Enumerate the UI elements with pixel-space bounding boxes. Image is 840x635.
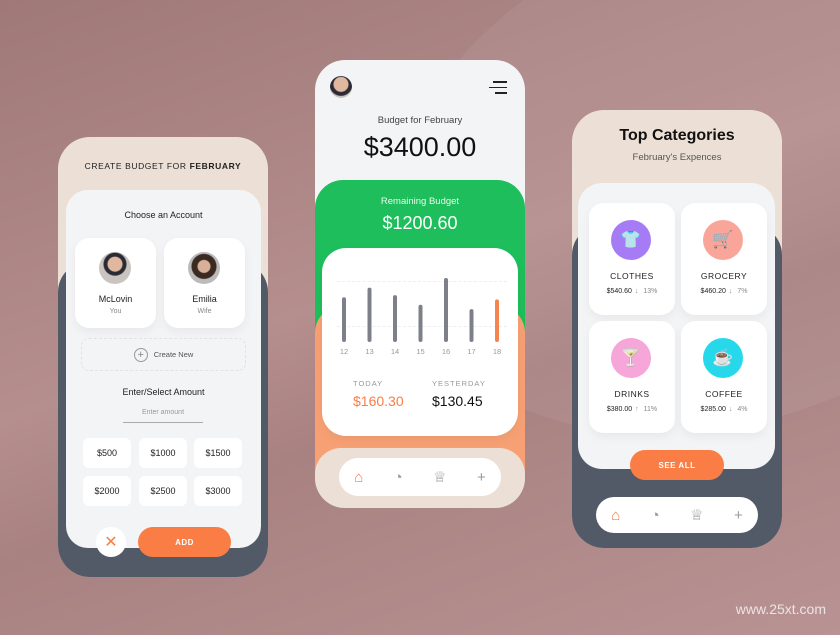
- category-amount: $285.00 ↓ 4%: [700, 406, 748, 413]
- account-name: Emilia: [192, 294, 217, 304]
- x-tick-label: 15: [416, 347, 424, 356]
- x-tick-label: 17: [467, 347, 475, 356]
- bar-chart: 12 13 14 15 16 17 18: [340, 278, 501, 356]
- home-icon[interactable]: ⌂: [611, 507, 620, 524]
- see-all-button[interactable]: SEE ALL: [630, 450, 724, 480]
- screen-title: CREATE BUDGET FOR FEBRUARY: [84, 161, 242, 171]
- amount-input[interactable]: Enter amount: [123, 409, 203, 423]
- choose-account-label: Choose an Account: [124, 210, 203, 220]
- amount-option[interactable]: $1500: [194, 438, 242, 468]
- x-tick-label: 12: [340, 347, 348, 356]
- account-card-mclovin[interactable]: McLovin You: [75, 238, 156, 328]
- account-card-emilia[interactable]: Emilia Wife: [164, 238, 245, 328]
- account-role: Wife: [197, 308, 212, 315]
- pie-chart-icon[interactable]: ◔: [651, 507, 660, 524]
- arrow-down-icon: ↓: [728, 406, 733, 413]
- category-name: DRINKS: [614, 389, 650, 399]
- category-card-drinks[interactable]: 🍸 DRINKS $380.00 ↑ 11%: [589, 321, 675, 433]
- remaining-value: $1200.60: [382, 213, 458, 233]
- category-name: COFFEE: [705, 389, 743, 399]
- trophy-icon[interactable]: ♕: [433, 468, 446, 486]
- category-amount: $380.00 ↑ 11%: [606, 406, 658, 413]
- panel: Choose an Account McLovin You Emilia Wif…: [66, 190, 261, 548]
- trophy-icon[interactable]: ♕: [690, 506, 703, 524]
- amount-option[interactable]: $2500: [139, 476, 187, 506]
- plus-circle-icon: +: [133, 347, 148, 362]
- category-card-grocery[interactable]: 🛒 GROCERY $460.20 ↓ 7%: [681, 203, 767, 315]
- x-tick-label: 16: [442, 347, 450, 356]
- shirt-icon: 👕: [611, 220, 651, 260]
- x-tick-label: 13: [365, 347, 373, 356]
- profile-avatar[interactable]: [330, 76, 352, 98]
- close-button[interactable]: ✕: [96, 527, 126, 557]
- home-icon[interactable]: ⌂: [354, 469, 363, 486]
- x-tick-label: 14: [391, 347, 399, 356]
- category-card-coffee[interactable]: ☕ COFFEE $285.00 ↓ 4%: [681, 321, 767, 433]
- yesterday-label: YESTERDAY: [432, 379, 486, 388]
- add-icon[interactable]: +: [734, 507, 743, 524]
- spending-chart-card: 12 13 14 15 16 17 18 TODAY $160.30 YESTERDAY $…: [322, 248, 518, 436]
- category-name: CLOTHES: [610, 271, 654, 281]
- arrow-down-icon: ↓: [728, 288, 733, 295]
- page-subtitle: February's Expences: [632, 152, 722, 163]
- category-name: GROCERY: [700, 271, 748, 281]
- pie-chart-icon[interactable]: ◔: [394, 469, 403, 486]
- create-new-button[interactable]: + Create New: [81, 338, 246, 371]
- budget-overview-screen: Budget for February $3400.00 Remaining B…: [315, 60, 525, 508]
- menu-icon[interactable]: [489, 81, 507, 94]
- category-card-clothes[interactable]: 👕 CLOTHES $540.60 ↓ 13%: [589, 203, 675, 315]
- budget-label: Budget for February: [377, 115, 463, 126]
- page-title: Top Categories: [619, 127, 735, 144]
- amount-label: Enter/Select Amount: [122, 387, 205, 397]
- amount-option[interactable]: $3000: [194, 476, 242, 506]
- avatar: [99, 252, 131, 284]
- category-amount: $540.60 ↓ 13%: [606, 288, 658, 295]
- yesterday-value: $130.45: [432, 393, 483, 409]
- amount-option[interactable]: $500: [83, 438, 131, 468]
- close-icon: ✕: [104, 534, 118, 551]
- add-icon[interactable]: +: [477, 469, 486, 486]
- x-tick-label: 18: [493, 347, 501, 356]
- arrow-up-icon: ↑: [635, 406, 639, 413]
- bottom-nav: ⌂ ◔ ♕ +: [596, 497, 758, 533]
- remaining-label: Remaining Budget: [380, 196, 460, 207]
- cart-icon: 🛒: [703, 220, 743, 260]
- coffee-icon: ☕: [703, 338, 743, 378]
- add-button[interactable]: ADD: [138, 527, 231, 557]
- cocktail-icon: 🍸: [611, 338, 651, 378]
- category-amount: $460.20 ↓ 7%: [700, 288, 748, 295]
- bottom-nav: ⌂ ◔ ♕ +: [339, 458, 501, 496]
- account-name: McLovin: [98, 294, 133, 304]
- watermark: www.25xt.com: [735, 601, 826, 617]
- avatar: [188, 252, 220, 284]
- create-budget-screen: CREATE BUDGET FOR FEBRUARY Choose an Acc…: [58, 137, 268, 577]
- budget-value: $3400.00: [363, 132, 477, 162]
- arrow-down-icon: ↓: [634, 288, 639, 295]
- today-value: $160.30: [353, 393, 404, 409]
- amount-option[interactable]: $1000: [139, 438, 187, 468]
- top-categories-screen: Top Categories February's Expences SEE A…: [572, 110, 782, 548]
- amount-option[interactable]: $2000: [83, 476, 131, 506]
- today-label: TODAY: [353, 379, 384, 388]
- account-role: You: [109, 308, 122, 315]
